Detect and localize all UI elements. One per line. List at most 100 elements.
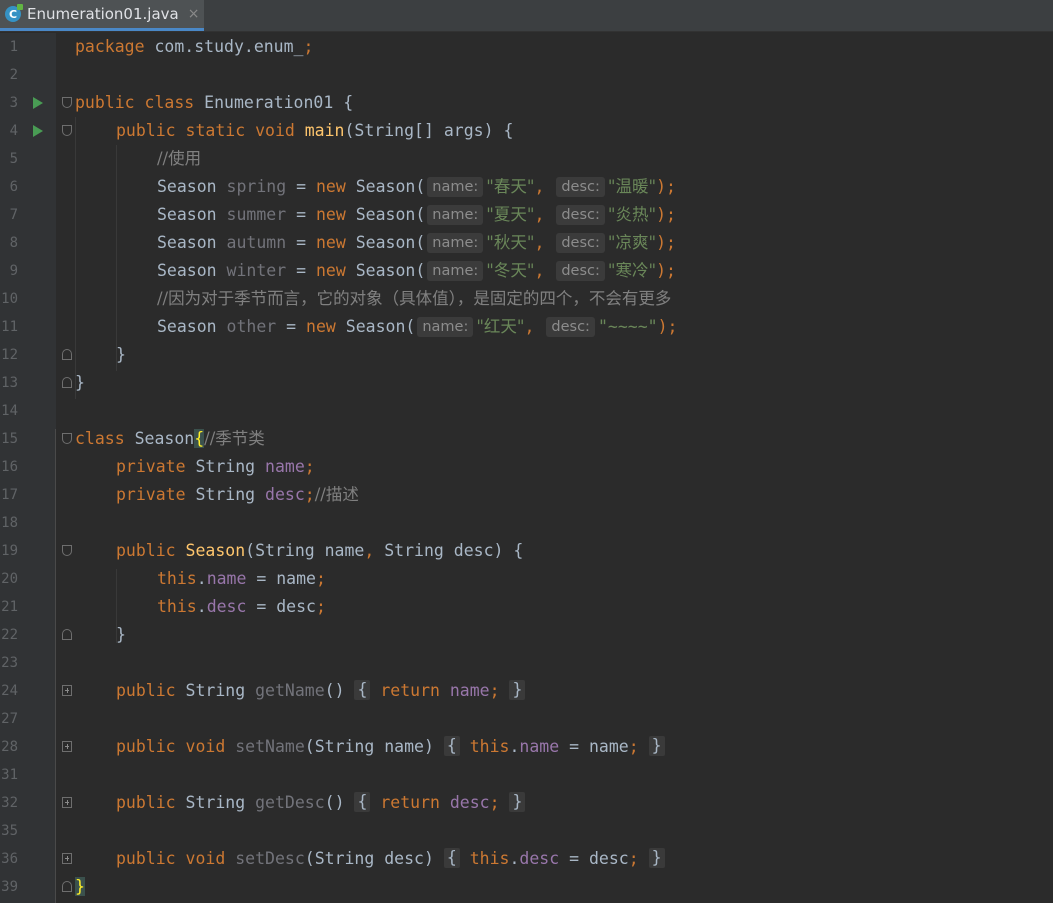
variable: autumn xyxy=(226,233,287,252)
params: () xyxy=(324,681,345,700)
fold-icon[interactable] xyxy=(62,97,72,108)
param-hint: name: xyxy=(427,205,484,225)
code-line: 9 Season winter = new Season(name: "冬天", … xyxy=(0,257,1053,285)
code-line: 19 public Season(String name, String des… xyxy=(0,537,1053,565)
expand-fold-icon[interactable] xyxy=(62,741,72,752)
method-name: main xyxy=(304,121,345,140)
code-line: 20 this.name = name; xyxy=(0,565,1053,593)
field-name: name xyxy=(439,681,490,700)
fold-icon[interactable] xyxy=(62,433,72,444)
line-number: 39 xyxy=(1,879,18,895)
operator: = xyxy=(286,261,316,280)
params: (String name) xyxy=(304,737,434,756)
semicolon: ; xyxy=(315,569,326,588)
keyword: return xyxy=(380,793,440,812)
tab-enumeration01-java[interactable]: C Enumeration01.java × xyxy=(0,0,204,31)
semicolon: ; xyxy=(628,849,639,868)
line-number: 31 xyxy=(1,767,18,783)
folded-brace[interactable]: { xyxy=(443,848,460,868)
class-name: Season xyxy=(124,429,195,448)
line-number: 6 xyxy=(9,179,18,195)
variable: other xyxy=(226,317,277,336)
params: () xyxy=(324,793,345,812)
code-line: 28 public void setName(String name) { th… xyxy=(0,733,1053,761)
field-name: desc xyxy=(439,793,490,812)
field-name: name xyxy=(519,737,560,756)
line-number: 11 xyxy=(1,319,18,335)
param-hint: desc: xyxy=(546,317,595,337)
dot: . xyxy=(509,849,520,868)
line-number: 1 xyxy=(9,39,18,55)
line-number: 35 xyxy=(1,823,18,839)
dot: . xyxy=(196,597,207,616)
string-literal: "秋天" xyxy=(486,233,535,252)
statement-end: ); xyxy=(657,317,678,336)
code-line: 6 Season spring = new Season(name: "春天", … xyxy=(0,173,1053,201)
folded-brace[interactable]: { xyxy=(354,680,371,700)
folded-brace[interactable]: } xyxy=(509,792,526,812)
code-line: 10 //因为对于季节而言，它的对象（具体值），是固定的四个，不会有更多 xyxy=(0,285,1053,313)
method-name: getName xyxy=(255,681,325,700)
line-number: 4 xyxy=(9,123,18,139)
fold-icon[interactable] xyxy=(62,125,72,136)
close-icon[interactable]: × xyxy=(188,6,200,22)
code-editor[interactable]: 1 package com.study.enum_; 2 3 public cl… xyxy=(0,33,1053,903)
line-number: 19 xyxy=(1,543,18,559)
line-number: 20 xyxy=(1,571,18,587)
operator: = xyxy=(286,233,316,252)
closing-brace: } xyxy=(75,373,85,392)
folded-brace[interactable]: { xyxy=(354,792,371,812)
folded-brace[interactable]: } xyxy=(648,736,665,756)
operator: = xyxy=(286,205,316,224)
expand-fold-icon[interactable] xyxy=(62,685,72,696)
semicolon: ; xyxy=(304,485,315,504)
statement-end: ); xyxy=(656,205,676,224)
line-number: 2 xyxy=(9,67,18,83)
folded-brace[interactable]: } xyxy=(509,680,526,700)
semicolon: ; xyxy=(628,737,639,756)
fold-icon[interactable] xyxy=(62,545,72,556)
line-number: 23 xyxy=(1,655,18,671)
param-hint: name: xyxy=(427,261,484,281)
line-number: 17 xyxy=(1,487,18,503)
line-number: 12 xyxy=(1,347,18,363)
code-line: 17 private String desc;//描述 xyxy=(0,481,1053,509)
class-name: Enumeration01 { xyxy=(194,93,354,112)
fold-icon[interactable] xyxy=(62,881,72,892)
folded-brace[interactable]: } xyxy=(648,848,665,868)
string-literal: "寒冷" xyxy=(607,261,657,280)
code-line: 23 xyxy=(0,649,1053,677)
constructor-call: Season( xyxy=(345,233,426,252)
string-literal: "红天" xyxy=(476,317,525,336)
keyword: this xyxy=(469,849,510,868)
expand-fold-icon[interactable] xyxy=(62,797,72,808)
comment: //因为对于季节而言，它的对象（具体值），是固定的四个，不会有更多 xyxy=(157,289,672,308)
semicolon: ; xyxy=(489,681,500,700)
fold-icon[interactable] xyxy=(62,349,72,360)
assignment: = name xyxy=(246,569,316,588)
constructor-call: Season( xyxy=(345,205,426,224)
line-number: 36 xyxy=(1,851,18,867)
keyword: package xyxy=(75,37,145,56)
field-name: desc xyxy=(519,849,560,868)
expand-fold-icon[interactable] xyxy=(62,853,72,864)
field-name: desc xyxy=(206,597,247,616)
line-number: 8 xyxy=(9,235,18,251)
params: String desc) { xyxy=(374,541,524,560)
keyword: public xyxy=(116,681,176,700)
code-line: 7 Season summer = new Season(name: "夏天", … xyxy=(0,201,1053,229)
keyword: public xyxy=(116,541,176,560)
folded-brace[interactable]: { xyxy=(443,736,460,756)
fold-icon[interactable] xyxy=(62,377,72,388)
run-icon[interactable] xyxy=(33,125,43,137)
line-number: 3 xyxy=(9,95,18,111)
semicolon: ; xyxy=(489,793,500,812)
line-number: 16 xyxy=(1,459,18,475)
fold-icon[interactable] xyxy=(62,629,72,640)
assignment: = name xyxy=(559,737,629,756)
code-line: 15 class Season{//季节类 xyxy=(0,425,1053,453)
type: String xyxy=(175,793,256,812)
assignment: = desc xyxy=(246,597,316,616)
run-icon[interactable] xyxy=(33,97,43,109)
editor-tab-bar: C Enumeration01.java × xyxy=(0,0,1053,32)
